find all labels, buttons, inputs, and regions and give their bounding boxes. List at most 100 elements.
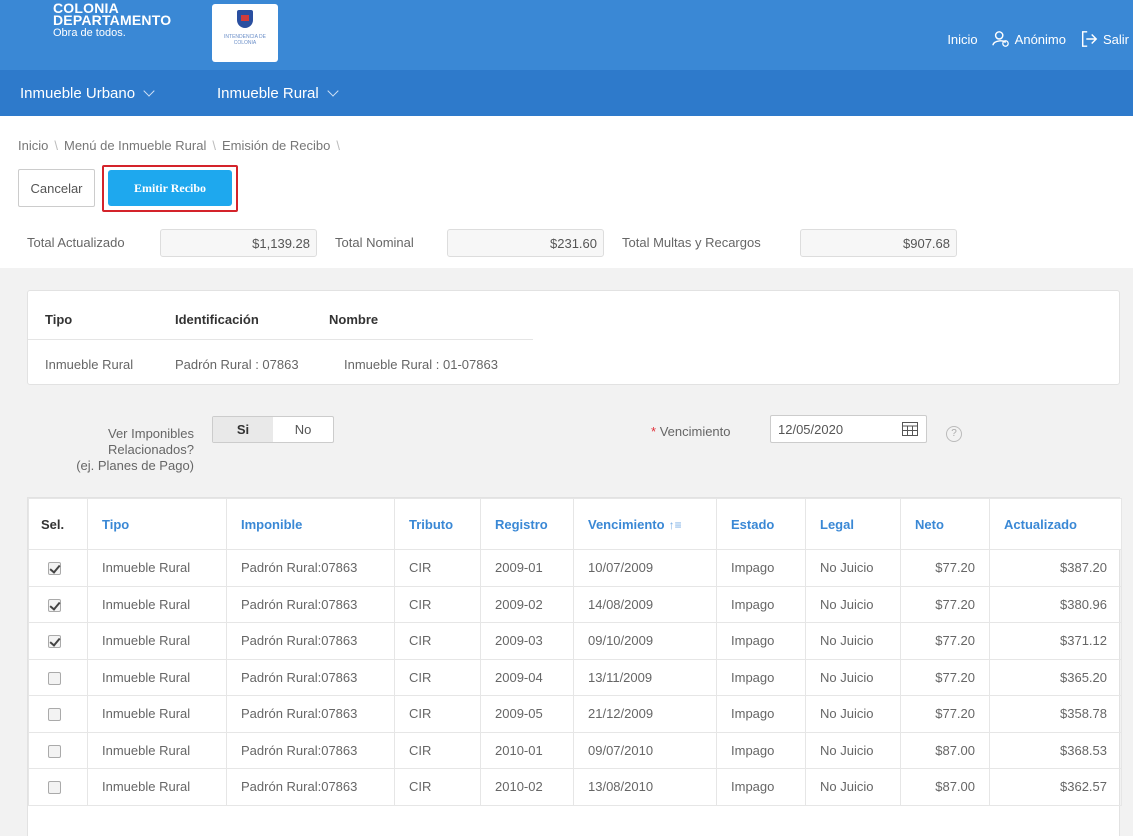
col-header-registro[interactable]: Registro (480, 498, 574, 550)
row-checkbox[interactable] (48, 781, 61, 795)
help-icon[interactable]: ? (946, 426, 962, 442)
table-row[interactable]: Inmueble Rural Padrón Rural:07863 CIR 2009-… (28, 585, 1122, 623)
col-header-imponible[interactable]: Imponible (226, 498, 395, 550)
ver-label-line-2: Relacionados? (107, 442, 194, 457)
table-row[interactable]: Inmueble Rural Padrón Rural:07863 CIR 2009-… (28, 549, 1122, 587)
col-header-vencimiento[interactable]: Vencimiento ↑≡ (573, 498, 717, 550)
menu-inmueble-urbano[interactable]: Inmueble Urbano (20, 85, 155, 102)
breadcrumb-menu-rural[interactable]: Menú de Inmueble Rural (64, 138, 206, 153)
row-checkbox[interactable] (48, 598, 61, 612)
cell-tipo: Inmueble Rural (87, 731, 227, 769)
breadcrumb-home[interactable]: Inicio (18, 138, 48, 153)
cell-vencimiento: 13/08/2010 (573, 768, 717, 806)
brand-tagline: Obra de todos. (53, 27, 126, 39)
cell-estado: Impago (716, 585, 806, 623)
nav-home-link[interactable]: Inicio (947, 32, 977, 47)
brand-logo[interactable]: COLONIA DEPARTAMENTO Obra de todos. (53, 1, 171, 39)
row-select-cell (28, 768, 88, 806)
cell-tributo: CIR (394, 622, 481, 660)
cell-neto: $77.20 (900, 658, 990, 696)
cell-legal: No Juicio (805, 768, 901, 806)
table-row[interactable]: Inmueble Rural Padrón Rural:07863 CIR 2010-… (28, 731, 1122, 769)
sort-ascending-icon: ↑≡ (668, 517, 682, 532)
cell-imponible: Padrón Rural:07863 (226, 658, 395, 696)
vencimiento-label-text: Vencimiento (659, 424, 731, 439)
cell-tributo: CIR (394, 658, 481, 696)
cell-registro: 2009-04 (480, 658, 574, 696)
breadcrumb: Inicio \ Menú de Inmueble Rural \ Emisión de… (18, 138, 346, 153)
nav-logout-link[interactable]: Salir (1080, 30, 1129, 48)
chevron-down-icon (143, 85, 155, 97)
row-checkbox[interactable] (48, 562, 61, 576)
cell-tributo: CIR (394, 585, 481, 623)
nav-user-link[interactable]: Anónimo (991, 30, 1066, 48)
cell-registro: 2010-01 (480, 731, 574, 769)
info-value-identificacion: Padrón Rural : 07863 (175, 357, 299, 372)
user-icon (991, 31, 1009, 47)
info-header-identificacion: Identificación (175, 312, 259, 327)
row-checkbox[interactable] (48, 708, 61, 722)
cell-imponible: Padrón Rural:07863 (226, 768, 395, 806)
vencimiento-date-input[interactable]: 12/05/2020 (770, 415, 927, 443)
table-row[interactable]: Inmueble Rural Padrón Rural:07863 CIR 2010-… (28, 768, 1122, 806)
cell-neto: $77.20 (900, 585, 990, 623)
logout-icon (1081, 31, 1098, 47)
top-nav: Inicio Anónimo Salir (947, 30, 1129, 48)
col-header-actualizado[interactable]: Actualizado (989, 498, 1122, 550)
col-header-neto[interactable]: Neto (900, 498, 990, 550)
info-header-nombre: Nombre (329, 312, 379, 327)
table-header-row: Sel. Tipo Imponible Tributo Registro Ven… (28, 498, 1122, 550)
menu-urbano-label: Inmueble Urbano (20, 85, 136, 102)
row-select-cell (28, 731, 88, 769)
cell-vencimiento: 13/11/2009 (573, 658, 717, 696)
cell-legal: No Juicio (805, 658, 901, 696)
cell-registro: 2009-03 (480, 622, 574, 660)
cell-registro: 2009-02 (480, 585, 574, 623)
cell-estado: Impago (716, 658, 806, 696)
cell-registro: 2009-05 (480, 695, 574, 733)
chevron-down-icon (327, 85, 339, 97)
breadcrumb-separator: \ (336, 138, 340, 153)
cell-vencimiento: 21/12/2009 (573, 695, 717, 733)
calendar-icon[interactable] (902, 422, 918, 436)
table-row[interactable]: Inmueble Rural Padrón Rural:07863 CIR 2009-… (28, 695, 1122, 733)
row-checkbox[interactable] (48, 671, 61, 685)
imponible-info-card: Tipo Identificación Nombre Inmueble Rura… (27, 290, 1120, 385)
cell-imponible: Padrón Rural:07863 (226, 549, 395, 587)
row-checkbox[interactable] (48, 744, 61, 758)
cancel-button[interactable]: Cancelar (18, 169, 95, 207)
row-checkbox[interactable] (48, 635, 61, 649)
total-actualizado-label: Total Actualizado (27, 235, 125, 250)
total-nominal-label: Total Nominal (335, 235, 414, 250)
table-row[interactable]: Inmueble Rural Padrón Rural:07863 CIR 2009-… (28, 622, 1122, 660)
ver-imponibles-toggle: Si No (212, 416, 334, 443)
cell-imponible: Padrón Rural:07863 (226, 585, 395, 623)
cell-actualizado: $387.20 (989, 549, 1122, 587)
cell-tipo: Inmueble Rural (87, 585, 227, 623)
total-multas-field: $907.68 (800, 229, 957, 257)
row-select-cell (28, 549, 88, 587)
cell-tipo: Inmueble Rural (87, 768, 227, 806)
col-header-tributo[interactable]: Tributo (394, 498, 481, 550)
menu-inmueble-rural[interactable]: Inmueble Rural (217, 85, 339, 102)
toggle-no-option[interactable]: No (273, 417, 333, 442)
col-header-estado[interactable]: Estado (716, 498, 806, 550)
cell-registro: 2009-01 (480, 549, 574, 587)
toggle-si-option[interactable]: Si (213, 417, 273, 442)
cell-tributo: CIR (394, 768, 481, 806)
col-header-tipo[interactable]: Tipo (87, 498, 227, 550)
table-row[interactable]: Inmueble Rural Padrón Rural:07863 CIR 2009-… (28, 658, 1122, 696)
cell-tipo: Inmueble Rural (87, 622, 227, 660)
cell-vencimiento: 14/08/2009 (573, 585, 717, 623)
cell-registro: 2010-02 (480, 768, 574, 806)
intendencia-badge: INTENDENCIA DE COLONIA (212, 4, 278, 62)
deudas-table: Sel. Tipo Imponible Tributo Registro Ven… (28, 498, 1122, 806)
deudas-table-card: Sel. Tipo Imponible Tributo Registro Ven… (27, 497, 1122, 836)
nav-logout-label: Salir (1102, 31, 1129, 47)
cell-neto: $77.20 (900, 695, 990, 733)
col-header-legal[interactable]: Legal (805, 498, 901, 550)
info-header-tipo: Tipo (45, 312, 73, 327)
divider (28, 339, 533, 340)
emit-receipt-button[interactable]: Emitir Recibo (108, 170, 232, 206)
row-select-cell (28, 658, 88, 696)
